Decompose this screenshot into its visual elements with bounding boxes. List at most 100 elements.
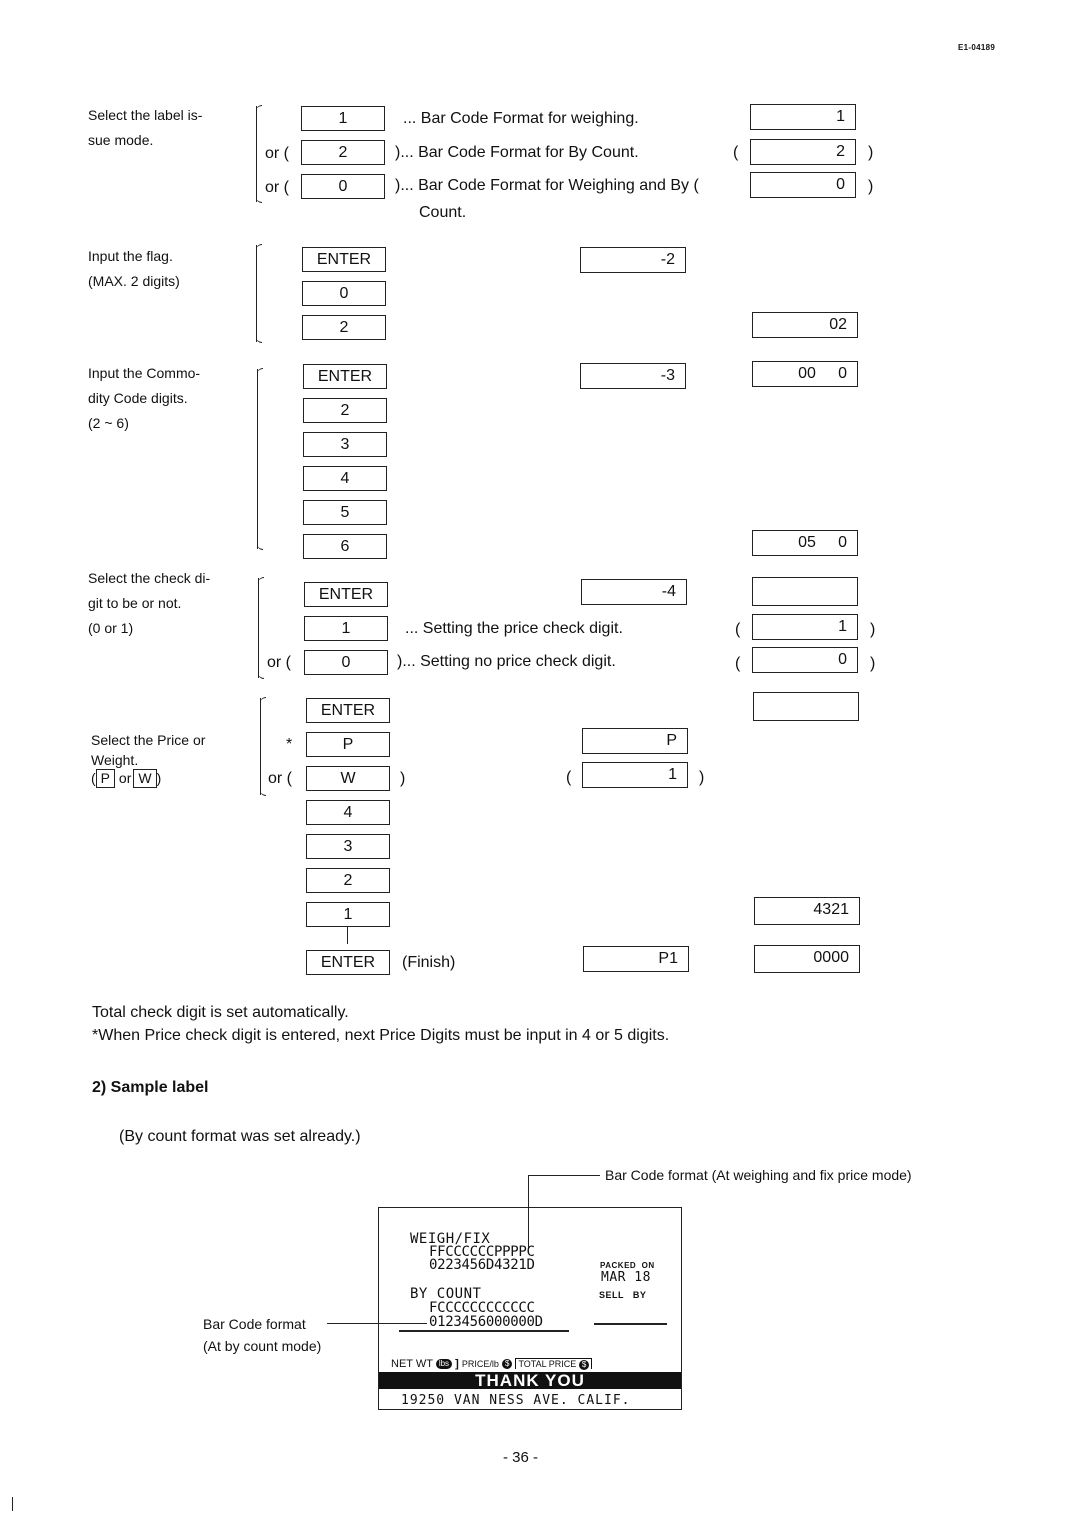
option-text-continuation: Count.	[419, 204, 467, 221]
margin-mark	[12, 1497, 14, 1511]
note-price-check: *When Price check digit is entered, next…	[92, 1027, 670, 1044]
key-4[interactable]: 4	[306, 800, 390, 825]
or-prefix: or (	[265, 179, 289, 196]
key-enter[interactable]: ENTER	[303, 364, 387, 389]
display-value: 0	[752, 647, 858, 673]
description-line: git to be or not.	[88, 595, 182, 611]
section-subnote: (By count format was set already.)	[119, 1128, 361, 1145]
store-address: 19250 VAN NESS AVE. CALIF.	[401, 1393, 631, 1408]
display-value: 0	[750, 172, 856, 198]
note-total-check: Total check digit is set automatically.	[92, 1004, 349, 1021]
display-value: P	[582, 728, 688, 754]
thank-you-banner: THANK YOU	[379, 1372, 681, 1389]
step-commodity-description: Input the Commo- dity Code digits. (2 ~ …	[88, 361, 200, 436]
key-enter[interactable]: ENTER	[306, 698, 390, 723]
asterisk-marker: *	[286, 736, 293, 753]
display-value: 2	[750, 139, 856, 165]
sample-label: WEIGH/FIX FFCCCCCCPPPPC 0223456D4321D BY…	[378, 1207, 682, 1410]
or-prefix: or (	[265, 145, 289, 162]
paren-close: )	[870, 621, 876, 638]
count-title: BY COUNT	[410, 1286, 482, 1302]
sell-by-line	[594, 1323, 667, 1325]
key-1[interactable]: 1	[304, 616, 388, 641]
total-price: TOTAL PRICE	[518, 1359, 577, 1369]
arrow-down-icon	[347, 927, 349, 944]
step-label-mode-description: Select the label is- sue mode.	[88, 103, 202, 153]
page-number: - 36 -	[503, 1449, 539, 1466]
key-1[interactable]: 1	[301, 106, 385, 131]
display-value: 1	[752, 614, 858, 640]
or-prefix: or (	[268, 770, 292, 787]
count-format: FCCCCCCCCCCCC	[429, 1300, 535, 1316]
callout-count-format: Bar Code format (At by count mode)	[203, 1313, 321, 1357]
key-0[interactable]: 0	[301, 174, 385, 199]
callout-line-text: Bar Code format	[203, 1316, 306, 1332]
key-0[interactable]: 0	[304, 650, 388, 675]
key-6[interactable]: 6	[303, 534, 387, 559]
display-value: 1	[582, 762, 688, 788]
key-1[interactable]: 1	[306, 902, 390, 927]
display-value: -3	[580, 363, 686, 389]
paren-close: )	[868, 144, 874, 161]
paren-close: )	[400, 770, 406, 787]
paren-open: (	[735, 655, 741, 672]
paren-close: )	[699, 769, 705, 786]
finish-label: (Finish)	[402, 954, 456, 971]
sell-by: SELL BY	[599, 1290, 647, 1300]
display-value: -2	[580, 247, 686, 273]
underline	[399, 1330, 569, 1332]
step-check-digit-description: Select the check di- git to be or not. (…	[88, 566, 210, 641]
price-per-lb: PRICE/lb	[461, 1359, 499, 1369]
weigh-example: 0223456D4321D	[429, 1257, 535, 1273]
paren-close: )	[156, 770, 162, 786]
description-line: Select the label is-	[88, 107, 203, 123]
display-value	[752, 577, 858, 606]
description-line: (2 ~ 6)	[88, 415, 129, 431]
display-value: P1	[583, 946, 689, 972]
option-text: ... Setting the price check digit.	[405, 620, 623, 637]
callout-line	[528, 1175, 600, 1177]
packed-date: MAR 18	[601, 1270, 651, 1285]
description-line: Input the Commo-	[88, 365, 201, 381]
or-prefix: or (	[267, 654, 291, 671]
description-line: dity Code digits.	[88, 390, 188, 406]
key-2[interactable]: 2	[306, 868, 390, 893]
key-3[interactable]: 3	[303, 432, 387, 457]
description-line: (MAX. 2 digits)	[88, 273, 180, 289]
paren-open: (	[733, 144, 739, 161]
dollar-badge: $	[578, 1359, 590, 1370]
option-text: )... Bar Code Format for By Count.	[395, 144, 639, 161]
key-3[interactable]: 3	[306, 834, 390, 859]
display-value: 0000	[754, 945, 860, 973]
count-example: 0123456000000D	[429, 1314, 543, 1330]
key-enter[interactable]: ENTER	[304, 582, 388, 607]
key-enter[interactable]: ENTER	[306, 950, 390, 975]
display-value: -4	[581, 579, 687, 605]
display-value: 02	[752, 312, 858, 338]
display-value: 00 0	[752, 361, 858, 387]
key-2[interactable]: 2	[301, 140, 385, 165]
option-text: )... Bar Code Format for Weighing and By…	[395, 177, 699, 194]
key-2[interactable]: 2	[302, 315, 386, 340]
paren-close: )	[870, 655, 876, 672]
display-value	[753, 692, 859, 721]
bracket	[257, 368, 268, 550]
key-w: W	[133, 769, 157, 788]
net-wt: NET WT	[391, 1358, 433, 1370]
price-row: NET WT lbs ] PRICE/lb $ TOTAL PRICE $	[391, 1358, 593, 1370]
paren-close: )	[868, 178, 874, 195]
key-w[interactable]: W	[306, 766, 390, 791]
key-p[interactable]: P	[306, 732, 390, 757]
lbs-badge: lbs	[435, 1359, 453, 1370]
key-2[interactable]: 2	[303, 398, 387, 423]
document-id: E1-04189	[958, 43, 996, 52]
key-5[interactable]: 5	[303, 500, 387, 525]
paren-open: (	[735, 621, 741, 638]
key-0[interactable]: 0	[302, 281, 386, 306]
section-heading: 2) Sample label	[92, 1079, 209, 1096]
key-enter[interactable]: ENTER	[302, 247, 386, 272]
key-4[interactable]: 4	[303, 466, 387, 491]
step-price-weight-description: Select the Price or Weight. (P or W)	[91, 728, 205, 788]
description-line: (0 or 1)	[88, 620, 134, 636]
display-value: 1	[750, 104, 856, 130]
